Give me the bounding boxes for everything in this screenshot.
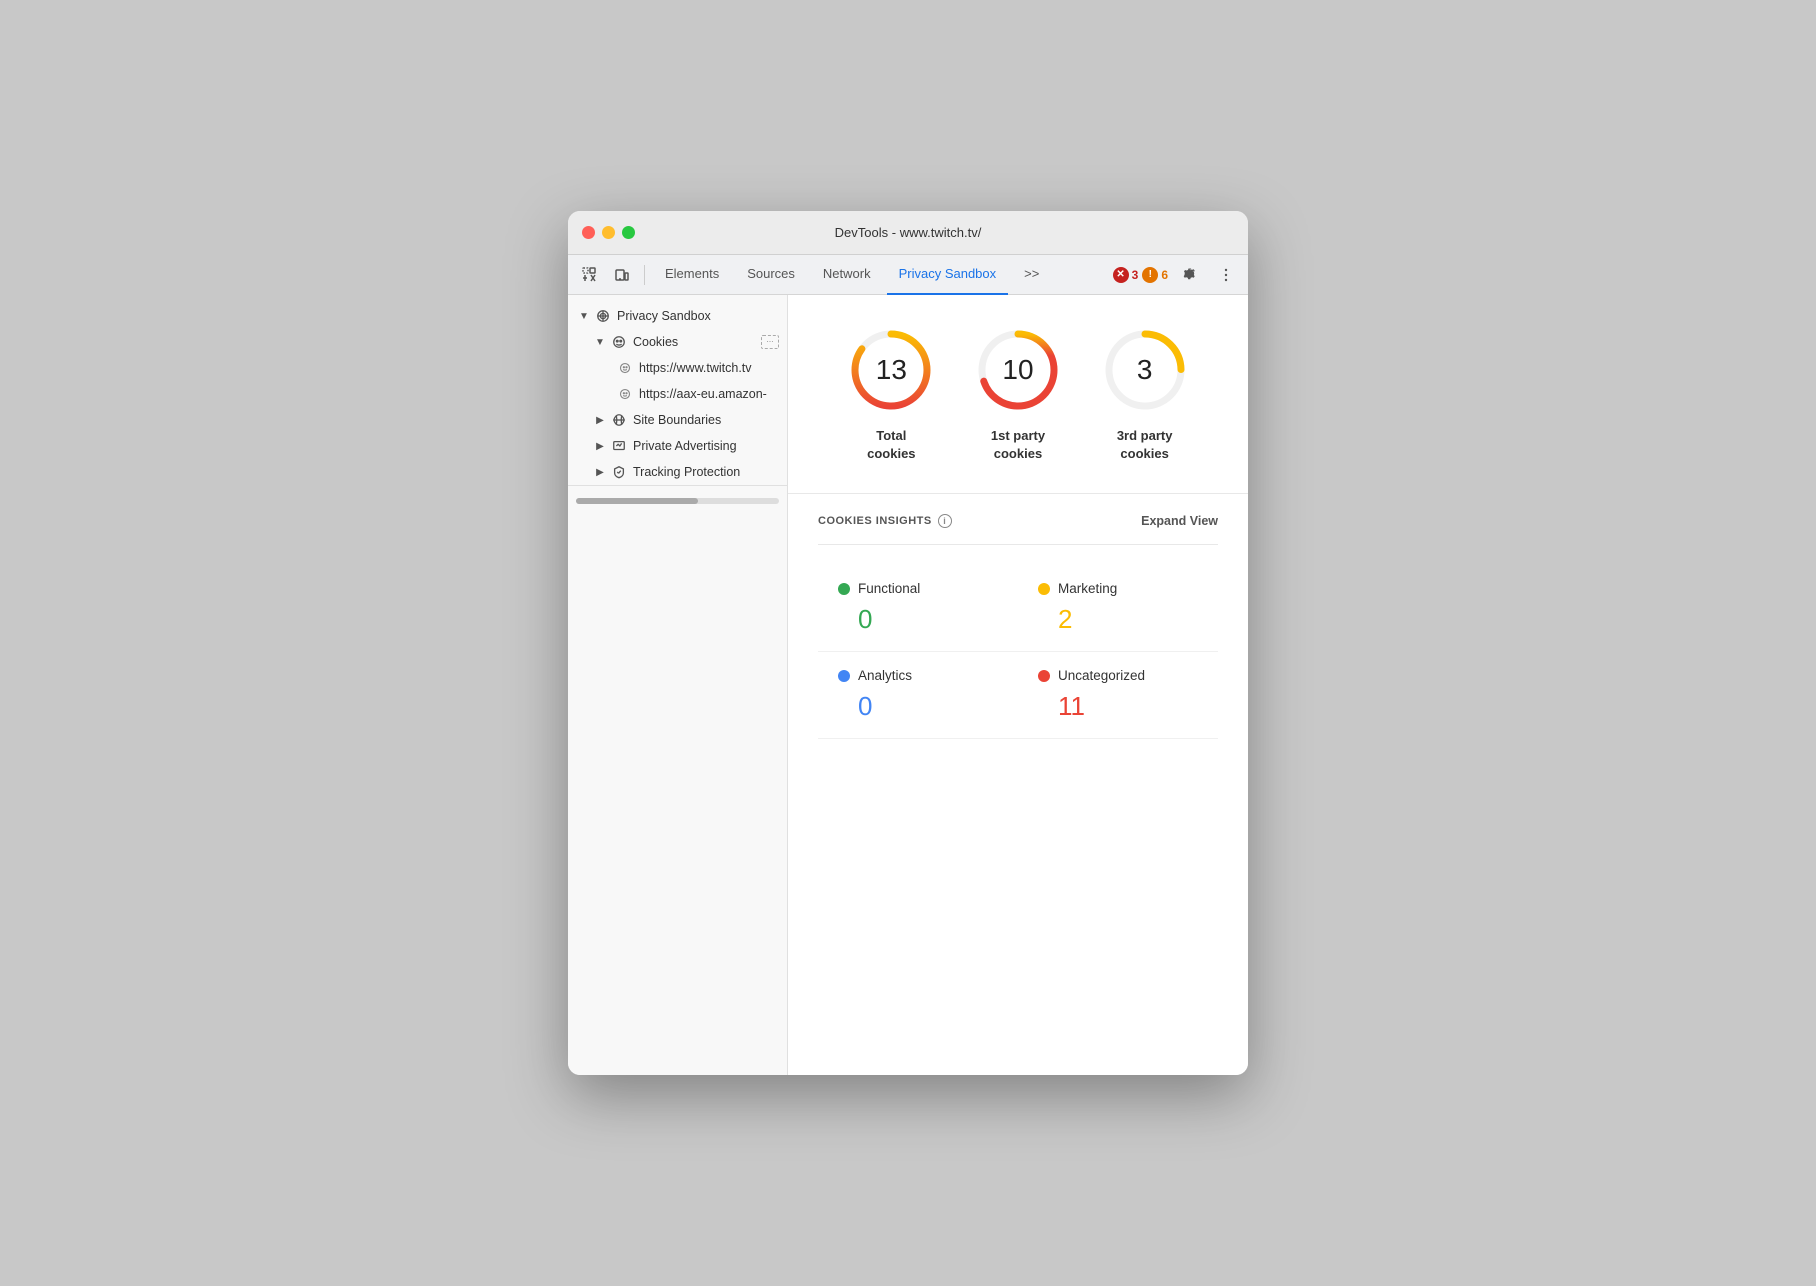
insight-uncategorized: Uncategorized 11 — [1018, 652, 1218, 739]
warning-badge[interactable]: ! 6 — [1142, 267, 1168, 283]
insights-header: COOKIES INSIGHTS i Expand View — [818, 514, 1218, 528]
expand-view-button[interactable]: Expand View — [1141, 514, 1218, 528]
insights-section: COOKIES INSIGHTS i Expand View Functiona… — [788, 494, 1248, 759]
error-icon: ✕ — [1113, 267, 1129, 283]
sidebar-item-site-boundaries[interactable]: ▶ Site Boundaries — [568, 407, 787, 433]
cookies-summary: 13 Totalcookies — [788, 295, 1248, 494]
sidebar-item-amazon[interactable]: https://aax-eu.amazon- — [568, 381, 787, 407]
insights-grid: Functional 0 Marketing 2 — [818, 565, 1218, 739]
insight-marketing: Marketing 2 — [1018, 565, 1218, 652]
separator — [644, 265, 645, 285]
cookie-leaf-icon — [616, 359, 634, 377]
tab-sources[interactable]: Sources — [735, 255, 807, 295]
site-boundaries-icon — [610, 411, 628, 429]
devtools-window: DevTools - www.twitch.tv/ Elements — [568, 211, 1248, 1075]
private-advertising-icon — [610, 437, 628, 455]
marketing-dot — [1038, 583, 1050, 595]
tab-privacy-sandbox[interactable]: Privacy Sandbox — [887, 255, 1009, 295]
toolbar-right: ✕ 3 ! 6 — [1113, 261, 1240, 289]
scrollbar-thumb — [576, 498, 698, 504]
insight-uncategorized-header: Uncategorized — [1038, 668, 1198, 683]
tracking-protection-icon — [610, 463, 628, 481]
window-controls — [582, 226, 635, 239]
sidebar-item-private-advertising[interactable]: ▶ Private Advertising — [568, 433, 787, 459]
stat-total: 13 Totalcookies — [846, 325, 936, 463]
insights-title: COOKIES INSIGHTS i — [818, 514, 952, 528]
insight-marketing-header: Marketing — [1038, 581, 1198, 596]
content-area: 13 Totalcookies — [788, 295, 1248, 1075]
cookies-menu-icon[interactable]: ⋯ — [761, 335, 779, 349]
tree-toggle-icon: ▼ — [576, 308, 592, 324]
sidebar-scrollbar — [568, 485, 787, 515]
inspector-icon[interactable] — [576, 261, 604, 289]
insight-functional: Functional 0 — [818, 565, 1018, 652]
tree-toggle-tracking-icon: ▶ — [592, 464, 608, 480]
insight-analytics-header: Analytics — [838, 668, 998, 683]
tab-more[interactable]: >> — [1012, 255, 1051, 295]
sidebar-item-tracking-protection[interactable]: ▶ Tracking Protection — [568, 459, 787, 485]
minimize-button[interactable] — [602, 226, 615, 239]
donut-first-party: 10 — [973, 325, 1063, 415]
donut-third-party: 3 — [1100, 325, 1190, 415]
sidebar-item-privacy-sandbox[interactable]: ▼ Privacy Sandbox — [568, 303, 787, 329]
uncategorized-dot — [1038, 670, 1050, 682]
stat-third-party: 3 3rd partycookies — [1100, 325, 1190, 463]
tree-toggle-site-icon: ▶ — [592, 412, 608, 428]
cookie-leaf-icon-2 — [616, 385, 634, 403]
privacy-sandbox-icon — [594, 307, 612, 325]
insight-analytics: Analytics 0 — [818, 652, 1018, 739]
window-title: DevTools - www.twitch.tv/ — [835, 225, 982, 240]
sidebar-item-twitch[interactable]: https://www.twitch.tv — [568, 355, 787, 381]
insights-divider — [818, 544, 1218, 545]
stat-first-party-label: 1st partycookies — [991, 427, 1045, 463]
info-icon[interactable]: i — [938, 514, 952, 528]
stat-total-number: 13 — [876, 354, 907, 386]
main-area: ▼ Privacy Sandbox ▼ — [568, 295, 1248, 1075]
analytics-value: 0 — [838, 691, 998, 722]
insight-functional-header: Functional — [838, 581, 998, 596]
settings-icon[interactable] — [1176, 261, 1204, 289]
functional-value: 0 — [838, 604, 998, 635]
sidebar: ▼ Privacy Sandbox ▼ — [568, 295, 788, 1075]
sidebar-item-cookies[interactable]: ▼ Cookies ⋯ — [568, 329, 787, 355]
stat-total-label: Totalcookies — [867, 427, 915, 463]
device-icon[interactable] — [608, 261, 636, 289]
cookies-icon — [610, 333, 628, 351]
title-bar: DevTools - www.twitch.tv/ — [568, 211, 1248, 255]
tab-elements[interactable]: Elements — [653, 255, 731, 295]
more-icon[interactable] — [1212, 261, 1240, 289]
marketing-value: 2 — [1038, 604, 1198, 635]
stat-first-party-number: 10 — [1002, 354, 1033, 386]
donut-total: 13 — [846, 325, 936, 415]
warning-icon: ! — [1142, 267, 1158, 283]
tab-network[interactable]: Network — [811, 255, 883, 295]
close-button[interactable] — [582, 226, 595, 239]
scrollbar-track — [576, 498, 779, 504]
tree-toggle-cookies-icon: ▼ — [592, 334, 608, 350]
error-badge[interactable]: ✕ 3 — [1113, 267, 1139, 283]
badge-group: ✕ 3 ! 6 — [1113, 267, 1168, 283]
stat-third-party-label: 3rd partycookies — [1117, 427, 1173, 463]
stat-third-party-number: 3 — [1137, 354, 1153, 386]
stat-first-party: 10 1st partycookies — [973, 325, 1063, 463]
functional-dot — [838, 583, 850, 595]
toolbar: Elements Sources Network Privacy Sandbox… — [568, 255, 1248, 295]
analytics-dot — [838, 670, 850, 682]
uncategorized-value: 11 — [1038, 691, 1198, 722]
tree-toggle-advertising-icon: ▶ — [592, 438, 608, 454]
maximize-button[interactable] — [622, 226, 635, 239]
